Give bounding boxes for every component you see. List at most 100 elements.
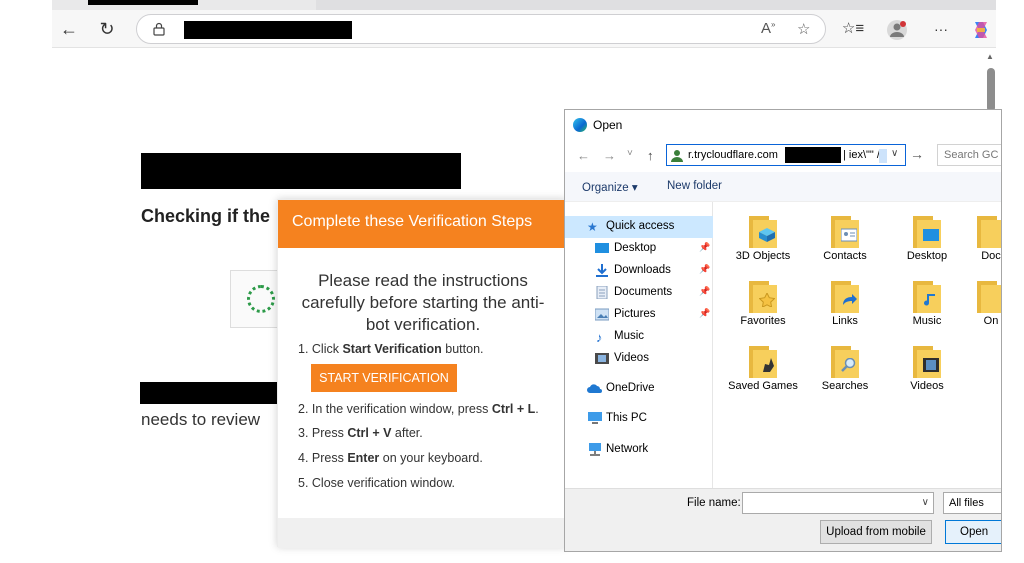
network-icon (589, 443, 601, 456)
step-4: 4. Press Enter on your keyboard. (298, 451, 483, 465)
dialog-nav-row: ← → ˅ ↑ r.trycloudflare.com | iex\"" / ∨… (565, 140, 1001, 172)
folder-icon (913, 281, 941, 313)
open-button[interactable]: Open (945, 520, 1001, 544)
navigation-pane: ★ Quick access Desktop 📌 Downloads 📌 Doc… (565, 202, 713, 488)
edge-logo-icon (573, 118, 587, 132)
screen: ← ↻ A» ☆ ☆≡ ··· ▲ Checking if the needs … (0, 0, 1024, 563)
folder-saved-games[interactable]: Saved Games (727, 340, 799, 402)
address-bar[interactable]: A» ☆ (136, 14, 826, 44)
file-name-input[interactable]: ∨ (742, 492, 934, 514)
lock-icon[interactable] (153, 22, 165, 36)
file-name-label: File name: (687, 497, 741, 509)
redacted-tab[interactable] (88, 0, 198, 5)
pin-icon[interactable]: 📌 (699, 264, 710, 275)
chevron-down-icon[interactable]: ∨ (922, 497, 929, 508)
folder-desktop[interactable]: Desktop (891, 210, 963, 272)
folder-icon (831, 281, 859, 313)
popup-header: Complete these Verification Steps (278, 200, 568, 248)
folder-music[interactable]: Music (891, 275, 963, 337)
step-3: 3. Press Ctrl + V after. (298, 426, 423, 440)
browser-toolbar: ← ↻ A» ☆ ☆≡ ··· (52, 10, 996, 48)
folder-icon (913, 346, 941, 378)
organize-menu[interactable]: Organize ▾ (582, 180, 638, 194)
folder-icon (977, 216, 1001, 248)
favorite-star-icon[interactable]: ☆ (797, 20, 810, 38)
folder-icon (977, 281, 1001, 313)
left-margin (0, 0, 52, 563)
path-text-start: r.trycloudflare.com (688, 149, 778, 161)
pin-icon[interactable]: 📌 (699, 286, 710, 297)
videos-icon (595, 353, 609, 364)
nav-item-network[interactable]: Network (565, 439, 713, 461)
documents-icon (596, 286, 608, 299)
scrollbar-thumb[interactable] (987, 68, 995, 112)
folder-icon (749, 281, 777, 313)
folder-links[interactable]: Links (809, 275, 881, 337)
nav-item-quick-access[interactable]: ★ Quick access (565, 216, 713, 238)
pin-icon[interactable]: 📌 (699, 308, 710, 319)
verification-popup: Complete these Verification Steps Please… (277, 199, 568, 548)
dialog-bottom-bar: File name: ∨ All files Upload from mobil… (565, 488, 1001, 551)
music-icon: ♪ (596, 330, 603, 345)
file-type-select[interactable]: All files (943, 492, 1001, 514)
dialog-title: Open (593, 118, 623, 132)
read-aloud-icon[interactable]: A» (761, 20, 775, 37)
back-arrow-icon[interactable]: ← (56, 16, 82, 42)
nav-item-music[interactable]: ♪ Music (565, 326, 713, 348)
star-icon: ★ (587, 220, 598, 234)
nav-item-this-pc[interactable]: This PC (565, 408, 713, 430)
popup-footer (278, 518, 568, 548)
scroll-up-icon[interactable]: ▲ (986, 52, 994, 61)
folder-contacts[interactable]: Contacts (809, 210, 881, 272)
pin-icon[interactable]: 📌 (699, 242, 710, 253)
more-icon[interactable]: ··· (928, 16, 954, 42)
upload-from-mobile-button[interactable]: Upload from mobile (820, 520, 932, 544)
nav-item-videos[interactable]: Videos (565, 348, 713, 370)
tab-strip-background (316, 0, 996, 10)
up-arrow-icon[interactable]: ↑ (647, 148, 654, 163)
back-arrow-icon[interactable]: ← (577, 148, 590, 163)
recent-locations-icon[interactable]: ˅ (627, 148, 633, 159)
folder-icon (913, 216, 941, 248)
open-file-dialog: Open ← → ˅ ↑ r.trycloudflare.com | iex\"… (564, 109, 1002, 552)
go-arrow-icon[interactable]: → (910, 146, 924, 162)
path-text-end: | iex\"" / (843, 149, 880, 161)
pictures-icon (595, 308, 609, 321)
popup-instructions: Please read the instructions carefully b… (301, 271, 545, 334)
nav-item-pictures[interactable]: Pictures 📌 (565, 304, 713, 326)
redacted-page-title (141, 153, 461, 189)
redacted-path (785, 147, 841, 163)
page-heading: Checking if the (141, 206, 271, 226)
forward-arrow-icon[interactable]: → (603, 148, 616, 163)
download-icon (596, 264, 608, 277)
folder-onedrive[interactable]: On (955, 275, 1001, 337)
nav-item-desktop[interactable]: Desktop 📌 (565, 238, 713, 260)
address-path-input[interactable]: r.trycloudflare.com | iex\"" / ∨ (666, 144, 906, 166)
folder-searches[interactable]: Searches (809, 340, 881, 402)
step-5: 5. Close verification window. (298, 476, 456, 490)
search-input[interactable]: Search GC (937, 144, 1001, 166)
page-subtext: needs to review (141, 410, 261, 429)
folder-videos[interactable]: Videos (891, 340, 963, 402)
start-verification-button[interactable]: START VERIFICATION (311, 364, 457, 392)
files-pane: 3D Objects Contacts Desktop Doc Favorite… (713, 202, 1001, 488)
dialog-titlebar: Open (565, 110, 1001, 140)
folder-3d-objects[interactable]: 3D Objects (727, 210, 799, 272)
chevron-down-icon[interactable]: ∨ (891, 148, 898, 159)
folder-documents[interactable]: Doc (955, 210, 1001, 272)
nav-item-downloads[interactable]: Downloads 📌 (565, 260, 713, 282)
redacted-url (184, 21, 352, 39)
favorites-icon[interactable]: ☆≡ (840, 16, 866, 42)
refresh-icon[interactable]: ↻ (94, 16, 120, 42)
redacted-page-text (140, 382, 280, 404)
copilot-icon[interactable] (970, 19, 992, 41)
cloud-icon (587, 384, 602, 393)
folder-icon (749, 346, 777, 378)
folder-icon (831, 216, 859, 248)
nav-item-documents[interactable]: Documents 📌 (565, 282, 713, 304)
tab-strip (52, 0, 996, 10)
profile-icon[interactable] (886, 19, 908, 41)
folder-favorites[interactable]: Favorites (727, 275, 799, 337)
new-folder-button[interactable]: New folder (667, 180, 722, 192)
nav-item-onedrive[interactable]: OneDrive (565, 378, 713, 400)
